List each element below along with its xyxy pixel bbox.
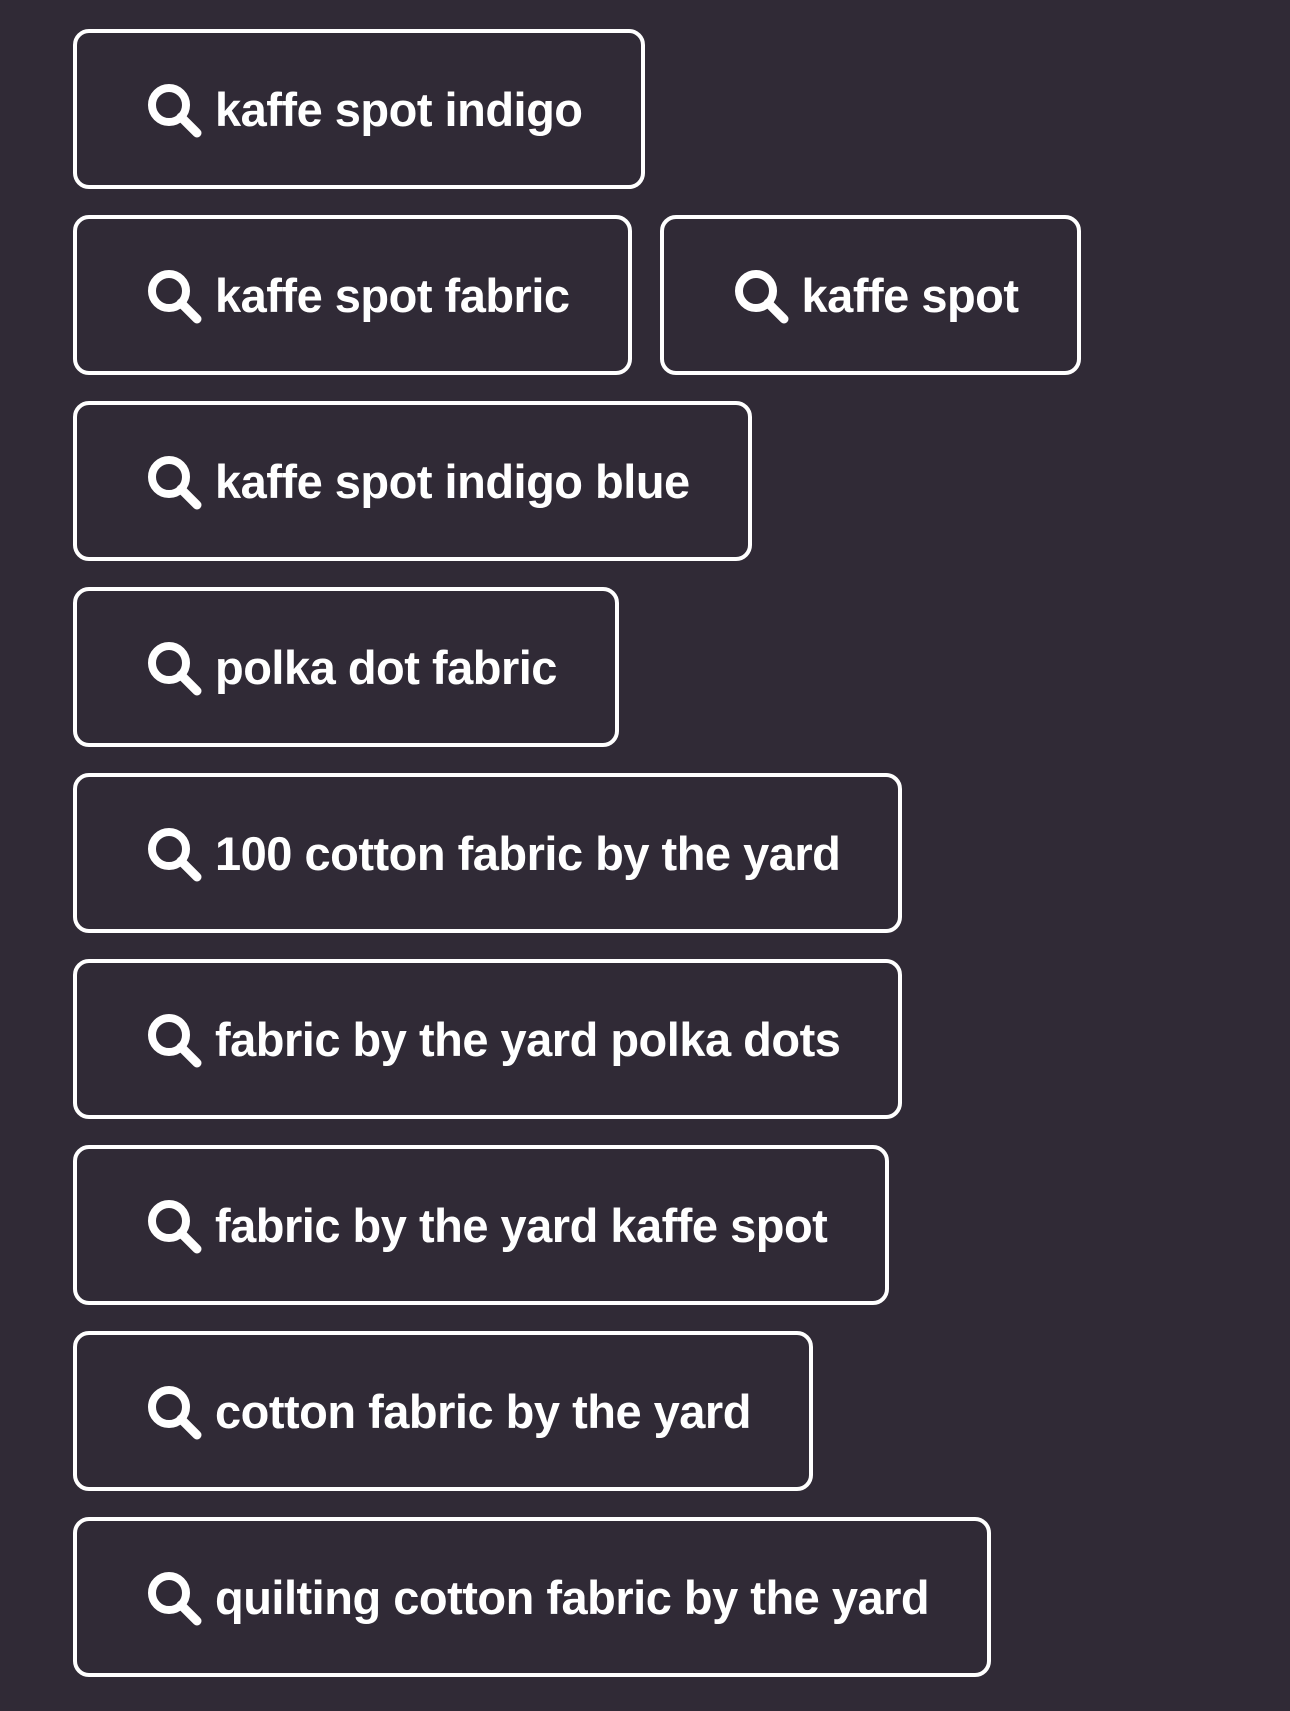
suggestion-row: 100 cotton fabric by the yard (73, 773, 1253, 933)
search-icon (143, 451, 203, 511)
search-suggestion-label: quilting cotton fabric by the yard (215, 1570, 930, 1624)
search-icon (143, 1381, 203, 1441)
search-suggestion-label: kaffe spot fabric (215, 268, 570, 322)
search-suggestion-label: 100 cotton fabric by the yard (215, 826, 841, 880)
search-suggestion-label: kaffe spot (801, 268, 1020, 322)
suggestion-row: fabric by the yard kaffe spot (73, 1145, 1253, 1305)
suggestion-row: fabric by the yard polka dots (73, 959, 1253, 1119)
search-icon (143, 1195, 203, 1255)
search-icon (143, 637, 203, 697)
search-suggestion-label: kaffe spot indigo (215, 82, 583, 136)
search-icon (143, 1567, 203, 1627)
search-icon (143, 1009, 203, 1069)
search-suggestion-label: fabric by the yard polka dots (215, 1012, 841, 1066)
search-suggestion-chip[interactable]: kaffe spot (659, 215, 1081, 375)
search-suggestion-chip[interactable]: kaffe spot indigo blue (73, 401, 752, 561)
search-suggestion-chip[interactable]: kaffe spot indigo (73, 29, 645, 189)
search-suggestion-chip[interactable]: fabric by the yard kaffe spot (73, 1145, 890, 1305)
suggestion-row: quilting cotton fabric by the yard (73, 1517, 1253, 1677)
search-suggestion-label: fabric by the yard kaffe spot (215, 1198, 828, 1252)
search-suggestion-chip[interactable]: kaffe spot fabric (73, 215, 632, 375)
search-icon (143, 823, 203, 883)
search-suggestion-chip[interactable]: fabric by the yard polka dots (73, 959, 903, 1119)
search-suggestion-chip[interactable]: cotton fabric by the yard (73, 1331, 813, 1491)
search-suggestion-chip[interactable]: polka dot fabric (73, 587, 619, 747)
search-suggestion-label: polka dot fabric (215, 640, 557, 694)
search-suggestion-label: kaffe spot indigo blue (215, 454, 690, 508)
search-icon (143, 79, 203, 139)
search-icon (730, 265, 790, 325)
suggestion-row: kaffe spot indigo blue (73, 401, 1253, 561)
suggestion-row: polka dot fabric (73, 587, 1253, 747)
search-suggestion-chip[interactable]: quilting cotton fabric by the yard (73, 1517, 992, 1677)
search-icon (143, 265, 203, 325)
suggestion-row: kaffe spot indigo (73, 29, 1253, 189)
search-suggestion-list: kaffe spot indigo kaffe spot fabric kaff… (73, 29, 1253, 1677)
search-suggestion-label: cotton fabric by the yard (215, 1384, 751, 1438)
suggestion-row: cotton fabric by the yard (73, 1331, 1253, 1491)
suggestion-row: kaffe spot fabric kaffe spot (73, 215, 1253, 375)
search-suggestion-chip[interactable]: 100 cotton fabric by the yard (73, 773, 903, 933)
